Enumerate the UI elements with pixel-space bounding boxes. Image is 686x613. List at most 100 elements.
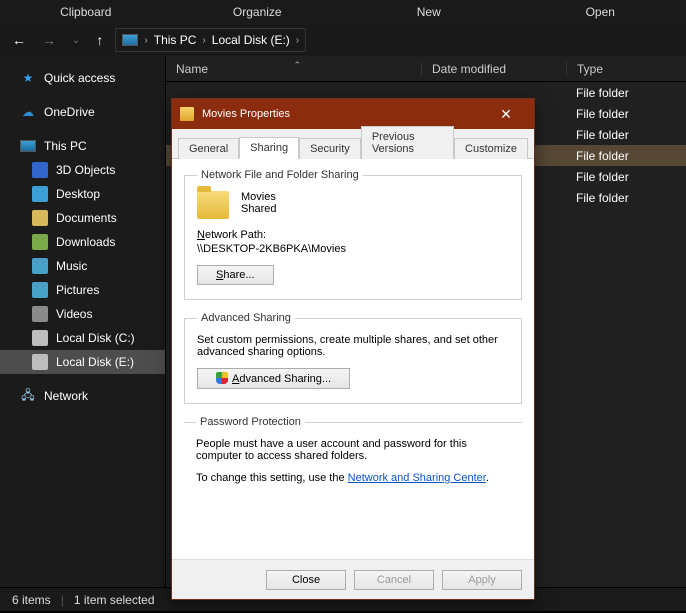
sidebar-item-label: Music	[56, 259, 87, 273]
tab-previous-versions[interactable]: Previous Versions	[361, 126, 454, 159]
apply-button: Apply	[442, 570, 522, 590]
dialog-button-row: Close Cancel Apply	[172, 559, 534, 599]
dialog-body: Network File and Folder Sharing Movies S…	[172, 159, 534, 559]
dialog-titlebar[interactable]: Movies Properties ✕	[172, 99, 534, 129]
tab-security[interactable]: Security	[299, 138, 361, 159]
column-header-type[interactable]: Type	[566, 62, 686, 76]
sidebar-item-label: Local Disk (C:)	[56, 331, 135, 345]
videos-icon	[32, 306, 48, 322]
network-sharing-center-link[interactable]: Network and Sharing Center	[348, 472, 486, 484]
sidebar-item-label: Quick access	[44, 71, 115, 85]
folder-icon	[180, 107, 194, 121]
ribbon-clipboard[interactable]: Clipboard	[0, 0, 172, 24]
nav-recent-icon[interactable]: ⌄	[68, 35, 84, 46]
group-network-sharing: Network File and Folder Sharing Movies S…	[184, 169, 522, 300]
tab-customize[interactable]: Customize	[454, 138, 528, 159]
advanced-sharing-button[interactable]: Advanced Sharing...	[197, 368, 350, 389]
share-button[interactable]: Share...	[197, 265, 274, 285]
advanced-sharing-text: Set custom permissions, create multiple …	[197, 334, 509, 358]
chevron-right-icon: ›	[296, 35, 299, 46]
cell-type: File folder	[566, 107, 686, 121]
status-separator: |	[61, 593, 64, 607]
group-legend: Advanced Sharing	[197, 312, 295, 324]
dialog-title: Movies Properties	[202, 108, 290, 120]
group-password-protection: Password Protection People must have a u…	[184, 416, 522, 484]
drive-icon	[32, 330, 48, 346]
cell-type: File folder	[566, 191, 686, 205]
sort-caret-icon: ⌃	[294, 60, 302, 71]
shared-folder-state: Shared	[241, 203, 276, 215]
drive-icon	[32, 354, 48, 370]
sidebar-item-label: OneDrive	[44, 105, 95, 119]
nav-tree: ★ Quick access ☁ OneDrive This PC 3D Obj…	[0, 56, 166, 587]
cell-type: File folder	[566, 149, 686, 163]
column-header-date[interactable]: Date modified	[421, 62, 566, 76]
sidebar-item-videos[interactable]: Videos	[0, 302, 165, 326]
password-protection-text: People must have a user account and pass…	[196, 438, 510, 462]
nav-back-icon[interactable]: ←	[8, 32, 30, 48]
network-path-value: \\DESKTOP-2KB6PKA\Movies	[197, 243, 509, 255]
sidebar-item-documents[interactable]: Documents	[0, 206, 165, 230]
pc-icon	[122, 34, 138, 46]
close-icon[interactable]: ✕	[486, 106, 526, 123]
status-selected-count: 1 item selected	[74, 593, 155, 607]
ribbon-organize[interactable]: Organize	[172, 0, 344, 24]
sidebar-thispc[interactable]: This PC	[0, 134, 165, 158]
cell-type: File folder	[566, 128, 686, 142]
tab-sharing[interactable]: Sharing	[239, 137, 299, 159]
shared-folder-name: Movies	[241, 191, 276, 203]
sidebar-item-label: Desktop	[56, 187, 100, 201]
cloud-icon: ☁	[20, 104, 36, 120]
address-bar[interactable]: › This PC › Local Disk (E:) ›	[115, 28, 306, 52]
sidebar-item-label: Network	[44, 389, 88, 403]
nav-up-icon[interactable]: ↑	[92, 32, 107, 48]
document-icon	[32, 210, 48, 226]
sidebar-item-label: Local Disk (E:)	[56, 355, 134, 369]
sidebar-item-label: 3D Objects	[56, 163, 115, 177]
sidebar-item-label: Pictures	[56, 283, 99, 297]
breadcrumb-thispc[interactable]: This PC	[154, 33, 197, 47]
group-legend: Password Protection	[196, 416, 305, 428]
ribbon-open[interactable]: Open	[515, 0, 686, 24]
pc-icon	[20, 138, 36, 154]
sidebar-onedrive[interactable]: ☁ OneDrive	[0, 100, 165, 124]
cube-icon	[32, 162, 48, 178]
sidebar-item-pictures[interactable]: Pictures	[0, 278, 165, 302]
sidebar-item-label: This PC	[44, 139, 87, 153]
ribbon-new[interactable]: New	[343, 0, 515, 24]
network-icon: 🖧	[20, 388, 36, 404]
ribbon-tabs: Clipboard Organize New Open	[0, 0, 686, 24]
password-change-hint: To change this setting, use the Network …	[196, 472, 510, 484]
star-icon: ★	[20, 70, 36, 86]
sidebar-item-local-disk-e-[interactable]: Local Disk (E:)	[0, 350, 165, 374]
column-headers: Name ⌃ Date modified Type	[166, 56, 686, 82]
desktop-icon	[32, 186, 48, 202]
network-path-label: Network Path:	[197, 229, 509, 241]
sidebar-item-downloads[interactable]: Downloads	[0, 230, 165, 254]
music-icon	[32, 258, 48, 274]
column-header-name[interactable]: Name ⌃	[166, 62, 421, 76]
sidebar-item-label: Videos	[56, 307, 92, 321]
sidebar-item-desktop[interactable]: Desktop	[0, 182, 165, 206]
sidebar-quick-access[interactable]: ★ Quick access	[0, 66, 165, 90]
group-advanced-sharing: Advanced Sharing Set custom permissions,…	[184, 312, 522, 404]
dialog-tabs: General Sharing Security Previous Versio…	[172, 129, 534, 159]
breadcrumb-drive[interactable]: Local Disk (E:)	[212, 33, 290, 47]
cell-type: File folder	[566, 170, 686, 184]
nav-forward-icon[interactable]: →	[38, 32, 60, 48]
folder-icon	[197, 191, 229, 219]
sidebar-item-label: Downloads	[56, 235, 115, 249]
properties-dialog: Movies Properties ✕ General Sharing Secu…	[171, 98, 535, 600]
group-legend: Network File and Folder Sharing	[197, 169, 363, 181]
status-item-count: 6 items	[12, 593, 51, 607]
sidebar-item-label: Documents	[56, 211, 117, 225]
close-button[interactable]: Close	[266, 570, 346, 590]
pictures-icon	[32, 282, 48, 298]
tab-general[interactable]: General	[178, 138, 239, 159]
sidebar-network[interactable]: 🖧 Network	[0, 384, 165, 408]
sidebar-item-local-disk-c-[interactable]: Local Disk (C:)	[0, 326, 165, 350]
sidebar-item-music[interactable]: Music	[0, 254, 165, 278]
download-icon	[32, 234, 48, 250]
chevron-right-icon: ›	[202, 35, 205, 46]
sidebar-item-3d-objects[interactable]: 3D Objects	[0, 158, 165, 182]
